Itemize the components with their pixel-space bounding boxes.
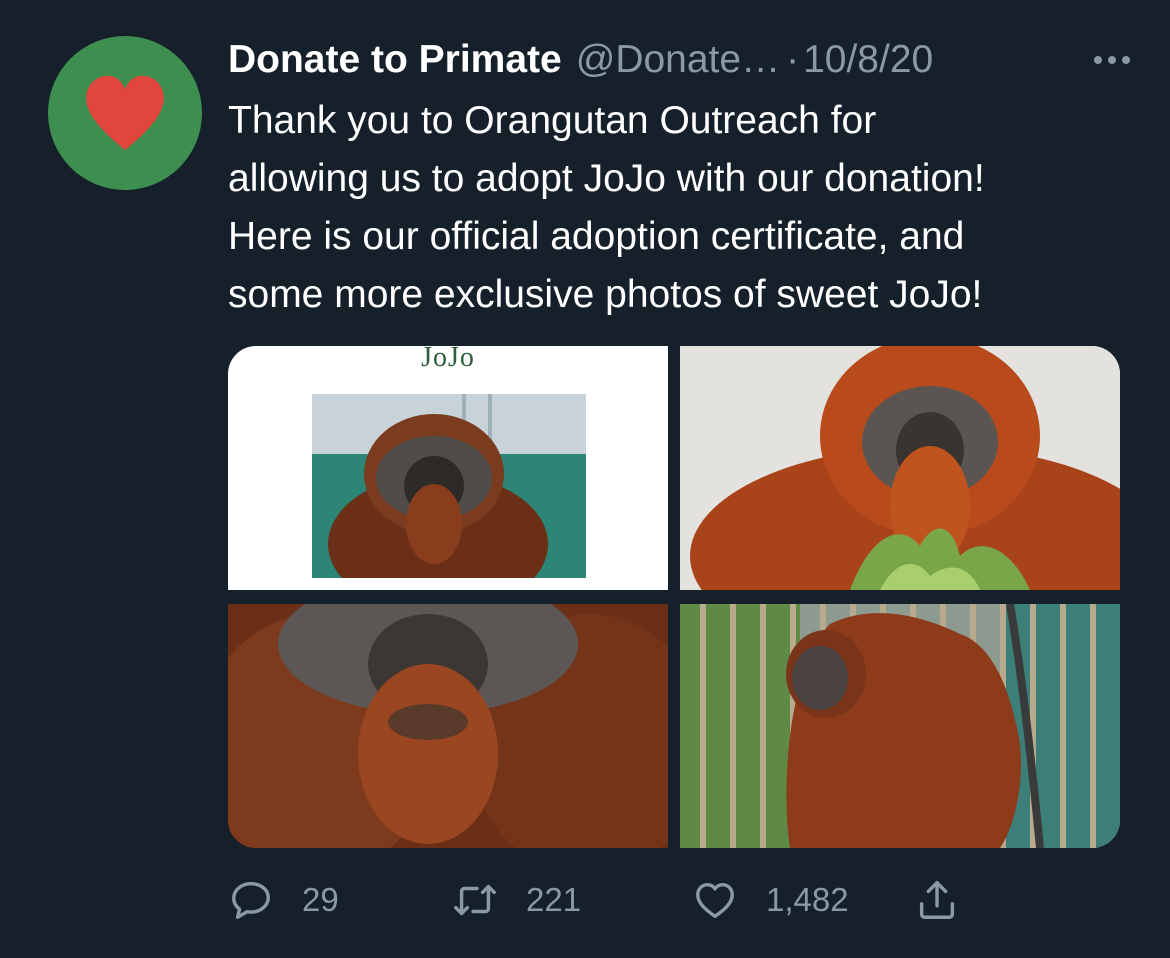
tweet-text: Thank you to Orangutan Outreach for allo… <box>228 92 1128 324</box>
orangutan-photo[interactable] <box>680 604 1120 848</box>
heart-icon <box>86 75 164 150</box>
author-name[interactable]: Donate to Primate <box>228 38 562 82</box>
tweet-text-line: Thank you to Orangutan Outreach for <box>228 99 877 142</box>
separator-dot: · <box>786 38 800 81</box>
orangutan-photo[interactable] <box>680 346 1120 590</box>
reply-icon <box>232 881 270 919</box>
author-handle[interactable]: @Donate… <box>576 38 780 82</box>
tweet: Donate to Primate @Donate… · 10/8/20 Tha… <box>0 0 1170 958</box>
share-icon <box>919 881 955 919</box>
certificate-orangutan-image <box>312 394 586 578</box>
tweet-date[interactable]: 10/8/20 <box>803 38 933 82</box>
retweet-button[interactable]: 221 <box>452 868 581 932</box>
retweet-icon <box>454 884 496 916</box>
tweet-text-line: some more exclusive photos of sweet JoJo… <box>228 273 983 316</box>
like-button[interactable]: 1,482 <box>692 868 849 932</box>
tweet-text-line: allowing us to adopt JoJo with our donat… <box>228 157 985 200</box>
avatar[interactable] <box>48 36 202 190</box>
orangutan-photo[interactable] <box>228 604 668 848</box>
reply-button[interactable]: 29 <box>228 868 339 932</box>
tweet-header: Donate to Primate @Donate… · 10/8/20 <box>228 34 1140 86</box>
tweet-actions: 29 221 1,482 <box>228 868 988 932</box>
like-count: 1,482 <box>766 881 849 918</box>
retweet-count: 221 <box>526 881 582 918</box>
certificate-title: JoJo <box>421 346 475 373</box>
media-grid: JoJo <box>228 346 1120 848</box>
heart-outline-icon <box>696 882 734 919</box>
share-button[interactable] <box>914 868 960 932</box>
reply-count: 29 <box>302 881 339 918</box>
more-options-icon[interactable] <box>1084 40 1140 80</box>
certificate-photo[interactable]: JoJo <box>228 346 668 590</box>
tweet-text-line: Here is our official adoption certificat… <box>228 215 965 258</box>
